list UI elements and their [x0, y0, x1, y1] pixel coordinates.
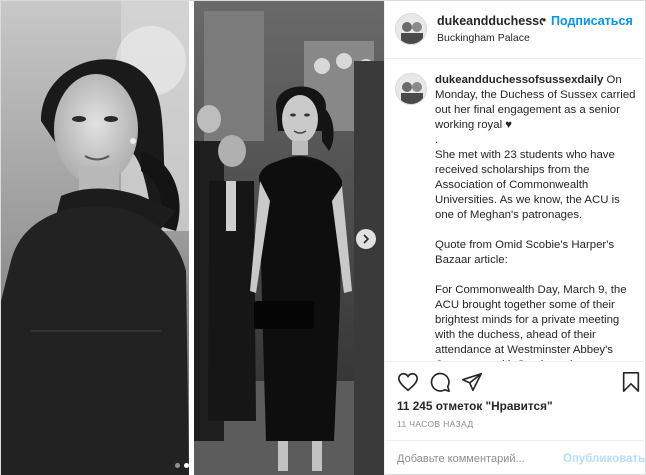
- separator-dot: •: [542, 13, 547, 27]
- post-actions: 11 245 отметок "Нравится" 11 ЧАСОВ НАЗАД…: [385, 361, 646, 475]
- caption-text-3: She met with 23 students who have receiv…: [435, 149, 624, 221]
- post-header: dukeandduchessofs • Подписаться Buckingh…: [385, 1, 646, 59]
- post-caption: dukeandduchessofsussexdaily On Monday, t…: [435, 73, 641, 361]
- carousel-dot: [175, 463, 180, 468]
- comment-input[interactable]: [397, 449, 555, 469]
- avatar[interactable]: [395, 13, 427, 45]
- caption-avatar[interactable]: [395, 73, 427, 105]
- caption-gap: [435, 268, 641, 283]
- likes-count[interactable]: 11 245 отметок "Нравится": [397, 399, 553, 413]
- post-author-username[interactable]: dukeandduchessofs: [437, 14, 543, 28]
- like-button[interactable]: [397, 371, 419, 393]
- post-dialog: dukeandduchessofs • Подписаться Buckingh…: [0, 0, 646, 475]
- bookmark-icon: [622, 372, 640, 392]
- comment-form: Опубликовать: [385, 440, 646, 475]
- comment-button[interactable]: [429, 371, 451, 393]
- chevron-right-icon: [363, 234, 370, 244]
- carousel-indicator: [175, 463, 189, 468]
- publish-button[interactable]: Опубликовать: [563, 453, 645, 465]
- save-button[interactable]: [620, 371, 642, 393]
- post-side-panel: dukeandduchessofs • Подписаться Buckingh…: [384, 1, 646, 475]
- post-location[interactable]: Buckingham Palace: [437, 32, 530, 44]
- heart-icon: [398, 372, 418, 392]
- caption-text-4: Quote from Omid Scobie's Harper's Bazaar…: [435, 239, 618, 266]
- comment-icon: [430, 372, 450, 392]
- post-photo-left: [1, 1, 189, 475]
- post-timestamp[interactable]: 11 ЧАСОВ НАЗАД: [397, 419, 473, 429]
- caption-gap: [435, 223, 641, 238]
- carousel-dot-active: [184, 463, 189, 468]
- caption-text-5: For Commonwealth Day, March 9, the ACU b…: [435, 284, 627, 361]
- share-button[interactable]: [461, 371, 483, 393]
- post-media[interactable]: [1, 1, 384, 475]
- caption-text-2: .: [435, 134, 439, 146]
- share-icon: [462, 372, 482, 392]
- follow-button[interactable]: Подписаться: [551, 14, 633, 28]
- carousel-next-button[interactable]: [356, 229, 376, 249]
- caption-username[interactable]: dukeandduchessofsussexdaily: [435, 74, 603, 86]
- caption-area[interactable]: dukeandduchessofsussexdaily On Monday, t…: [385, 59, 646, 361]
